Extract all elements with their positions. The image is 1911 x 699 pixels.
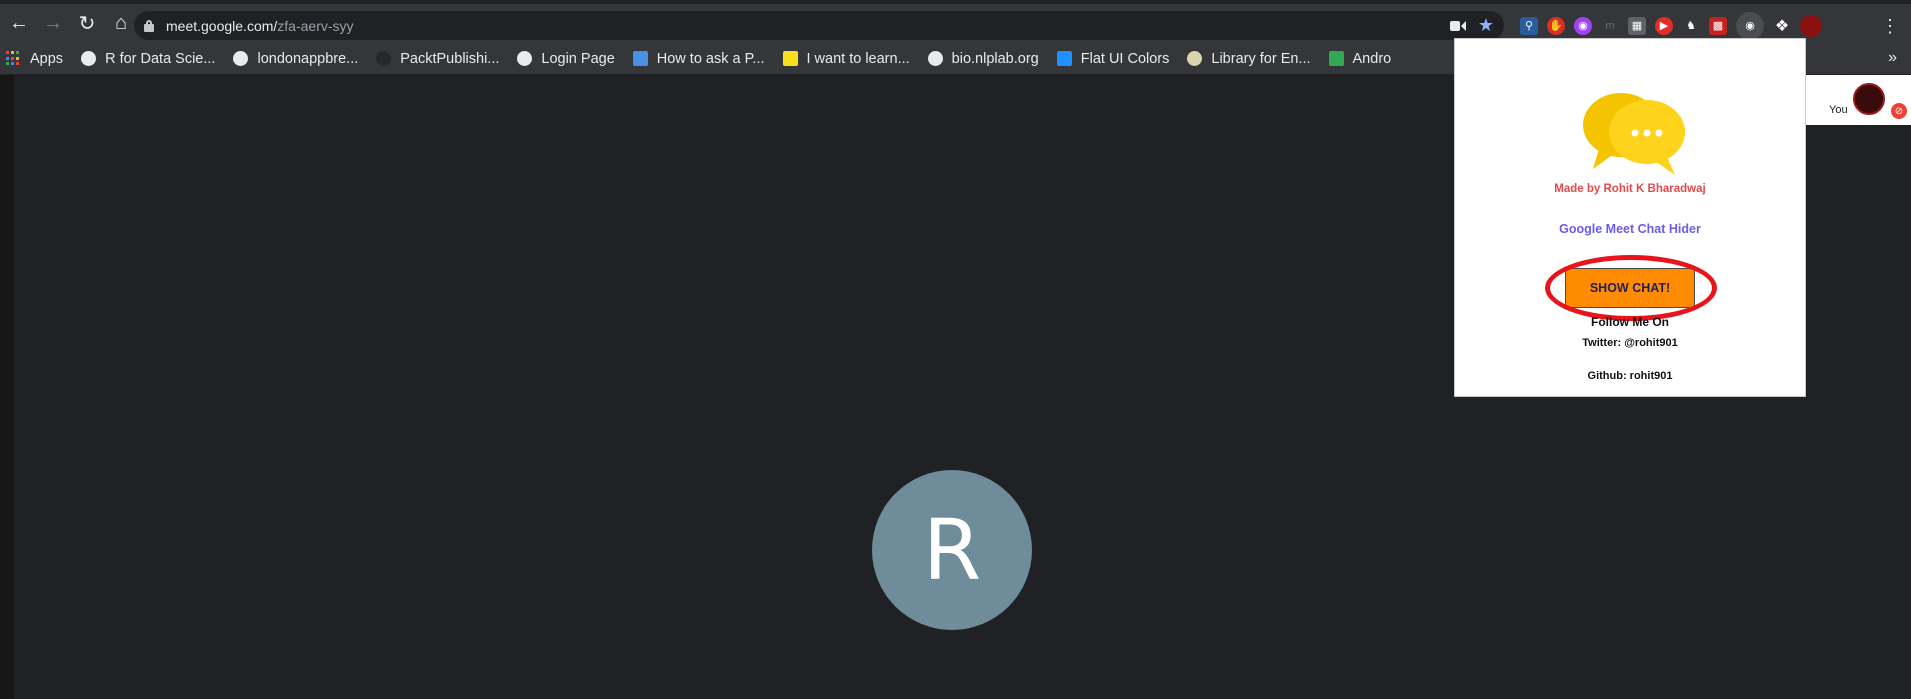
youtube-extension-icon[interactable]: ▶ [1655, 16, 1673, 35]
m-extension-icon[interactable]: m [1601, 17, 1619, 35]
twitter-handle: Twitter: @rohit901 [1582, 337, 1678, 349]
globe-icon [927, 51, 943, 66]
address-bar[interactable]: meet.google.com/zfa-aerv-syy ★ [134, 11, 1504, 40]
left-edge-panel [0, 75, 14, 699]
flat-ui-icon [1056, 51, 1072, 66]
show-chat-button[interactable]: SHOW CHAT! [1565, 268, 1695, 308]
profile-avatar-icon[interactable] [1800, 14, 1822, 37]
bookmark-bio-nlplab[interactable]: bio.nlplab.org [927, 51, 1039, 67]
ninja-extension-icon[interactable]: ♞ [1682, 17, 1700, 35]
github-handle: Github: rohit901 [1587, 370, 1673, 382]
back-arrow-icon[interactable]: ← [4, 9, 34, 39]
browser-toolbar: ← → ↻ ⌂ meet.google.com/zfa-aerv-syy ★ ⚲… [0, 0, 1911, 43]
made-by-text: Made by Rohit K Bharadwaj [1554, 183, 1706, 195]
puzzle-extensions-icon[interactable]: ❖ [1773, 17, 1791, 35]
blue-square-icon [632, 51, 648, 66]
apps-grid-icon [6, 51, 21, 66]
follow-heading: Follow Me On [1591, 315, 1669, 329]
bookmark-packtpublishing[interactable]: PacktPublishi... [376, 51, 499, 67]
app-name-text: Google Meet Chat Hider [1559, 222, 1701, 236]
extensions-area: ⚲ ✋ ◉ m ▦ ▶ ♞ ▩ ◉ ❖ [1520, 11, 1822, 40]
chat-bubbles-icon [1583, 93, 1685, 175]
bookmark-i-want-to-learn[interactable]: I want to learn... [782, 51, 910, 67]
d-icon [782, 51, 798, 66]
bookmark-how-to-ask[interactable]: How to ask a P... [632, 51, 765, 67]
screenshot-extension-icon[interactable]: ▦ [1628, 16, 1646, 35]
bookmark-library-for-en[interactable]: Library for En... [1187, 51, 1311, 67]
forward-arrow-icon[interactable]: → [38, 9, 68, 39]
globe-icon [517, 51, 533, 66]
adblock-extension-icon[interactable]: ✋ [1547, 16, 1565, 35]
extension-popup: Made by Rohit K Bharadwaj Google Meet Ch… [1454, 38, 1806, 397]
pdf-extension-icon[interactable]: ▩ [1709, 16, 1727, 35]
participant-avatar: R [872, 470, 1032, 630]
ml-icon [1187, 51, 1203, 66]
bookmark-r-for-data-science[interactable]: R for Data Scie... [81, 51, 215, 67]
drive-icon [1328, 51, 1344, 66]
bookmark-apps[interactable]: Apps [6, 51, 63, 67]
bookmark-londonappbrewery[interactable]: londonappbre... [233, 51, 358, 67]
bookmark-android[interactable]: Andro [1328, 51, 1391, 67]
color-extension-icon[interactable]: ◉ [1574, 16, 1592, 35]
reload-icon[interactable]: ↻ [72, 9, 102, 39]
self-label: You [1829, 104, 1848, 116]
avatar [1853, 83, 1885, 115]
url-text: meet.google.com/zfa-aerv-syy [166, 17, 354, 34]
bookmarks-overflow-icon[interactable]: » [1888, 49, 1897, 67]
mic-muted-icon: ⊘ [1891, 103, 1907, 119]
bookmark-star-icon[interactable]: ★ [1478, 15, 1494, 36]
meet-chat-hider-extension-icon[interactable]: ◉ [1736, 11, 1764, 40]
github-icon [376, 51, 392, 66]
bookmark-login-page[interactable]: Login Page [517, 51, 615, 67]
search-extension-icon[interactable]: ⚲ [1520, 16, 1538, 35]
browser-menu-icon[interactable]: ⋮ [1881, 16, 1899, 37]
bookmark-flat-ui-colors[interactable]: Flat UI Colors [1056, 51, 1169, 67]
lock-icon[interactable] [144, 19, 154, 32]
github-icon [233, 51, 249, 66]
home-icon[interactable]: ⌂ [106, 9, 136, 39]
camera-icon[interactable] [1449, 20, 1466, 31]
globe-icon [81, 51, 97, 66]
